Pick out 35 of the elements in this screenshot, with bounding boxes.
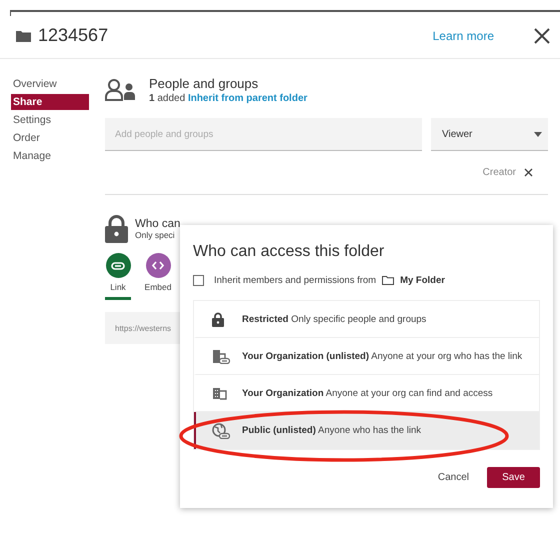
- add-people-field[interactable]: Add people and groups: [105, 118, 422, 151]
- close-icon[interactable]: [524, 168, 533, 177]
- globe-link-icon: [212, 422, 230, 438]
- section-title: Who can: [135, 218, 180, 230]
- folder-icon: [16, 30, 31, 42]
- lock-icon: [212, 312, 224, 326]
- added-count: 1 added: [149, 93, 186, 104]
- folder-name: My Folder: [400, 275, 445, 286]
- creator-label: Creator: [482, 167, 516, 178]
- dialog-title: Who can access this folder: [193, 243, 386, 261]
- access-option[interactable]: Public (unlisted) Anyone who has the link: [194, 412, 539, 449]
- building-icon: [212, 386, 227, 400]
- section-subtitle: Only speci: [135, 230, 176, 240]
- sidebar-item[interactable]: Share: [11, 94, 89, 110]
- role-dropdown[interactable]: Viewer: [431, 118, 548, 151]
- folder-icon: [382, 276, 394, 285]
- inherit-link[interactable]: Inherit from parent folder: [188, 93, 308, 104]
- save-button[interactable]: Save: [487, 467, 540, 488]
- section-title: People and groups: [149, 76, 260, 91]
- learn-more-link[interactable]: Learn more: [432, 28, 494, 42]
- code-icon: [152, 261, 164, 270]
- sidebar-item[interactable]: Order: [11, 130, 89, 146]
- folder-title: 1234567: [38, 25, 108, 46]
- close-icon[interactable]: [534, 28, 550, 44]
- link-icon: [111, 262, 125, 270]
- sidebar-item[interactable]: Settings: [11, 112, 89, 128]
- inherit-checkbox[interactable]: [193, 275, 204, 286]
- inherit-label: Inherit members and permissions from: [214, 275, 376, 286]
- lock-icon: [105, 215, 128, 243]
- sidebar-item[interactable]: Overview: [11, 76, 89, 92]
- people-icon: [105, 79, 137, 101]
- cancel-button[interactable]: Cancel: [438, 472, 469, 483]
- building-link-icon: [212, 348, 230, 364]
- sidebar-item[interactable]: Manage: [11, 148, 89, 164]
- caret-icon: [534, 132, 542, 136]
